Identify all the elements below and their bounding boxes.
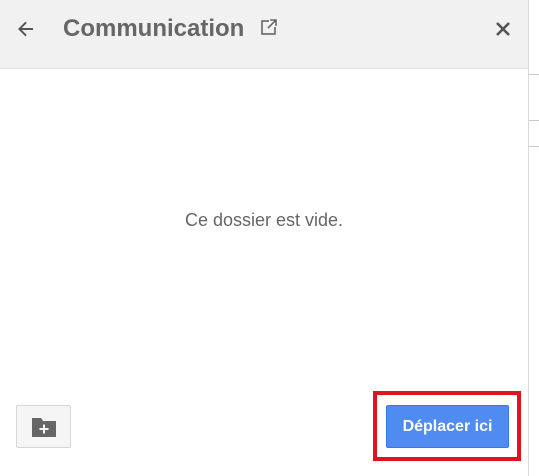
edge-divider	[529, 120, 539, 121]
open-folder-button[interactable]	[260, 18, 278, 36]
close-icon	[496, 22, 510, 36]
move-dialog: Communication Ce dossier est vide. Dépla…	[0, 0, 528, 476]
dialog-title: Communication	[63, 15, 245, 42]
dialog-header: Communication	[0, 0, 528, 69]
page: Communication Ce dossier est vide. Dépla…	[0, 0, 539, 476]
move-here-button[interactable]: Déplacer ici	[386, 405, 509, 448]
edge-divider	[529, 146, 539, 147]
new-folder-button[interactable]	[16, 405, 71, 448]
arrow-left-icon	[18, 21, 33, 37]
empty-folder-message: Ce dossier est vide.	[184, 210, 344, 230]
open-in-new-icon	[261, 19, 277, 35]
back-button[interactable]	[14, 17, 38, 41]
close-button[interactable]	[492, 18, 514, 40]
folder-plus-icon	[32, 418, 56, 437]
background-page-edge	[528, 0, 539, 476]
edge-divider	[529, 74, 539, 75]
